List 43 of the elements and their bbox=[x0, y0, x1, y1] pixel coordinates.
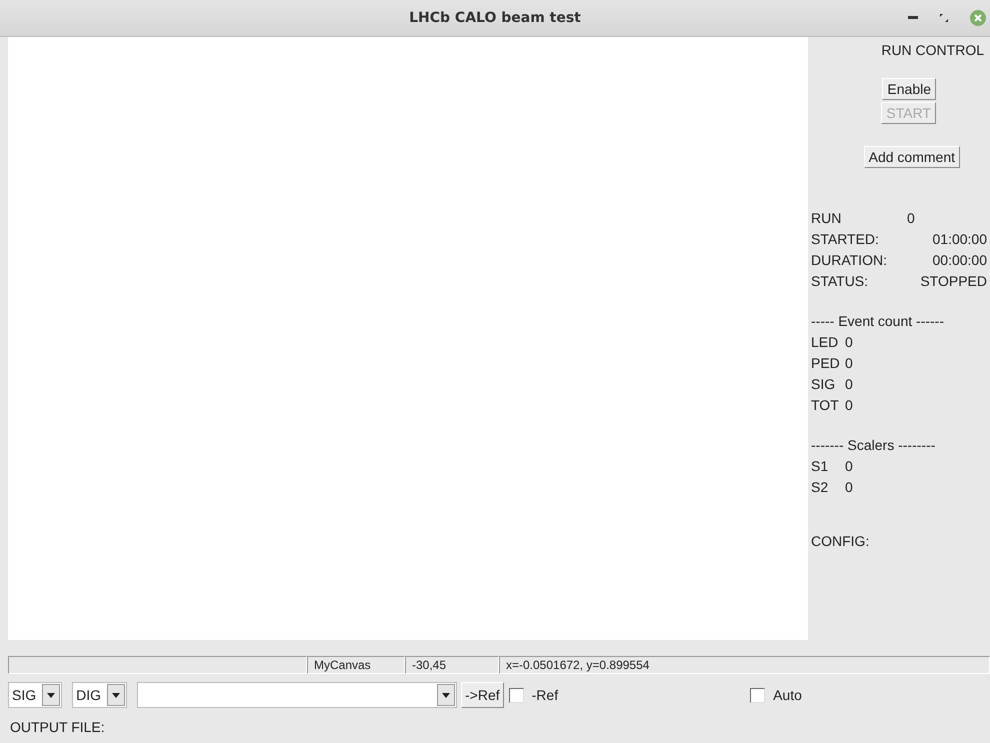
checkbox[interactable]: -Ref bbox=[508, 687, 558, 703]
scalers-heading: ------- Scalers -------- bbox=[811, 437, 936, 453]
count-value: 0 bbox=[844, 376, 854, 392]
count-label: PED bbox=[811, 355, 839, 371]
minimize-icon[interactable] bbox=[908, 16, 918, 20]
info-label: DURATION: bbox=[811, 252, 887, 268]
status-field: MyCanvas bbox=[307, 656, 405, 674]
count-label: SIG bbox=[811, 376, 836, 392]
ref-button[interactable]: ->Ref bbox=[461, 682, 504, 708]
count-label: LED bbox=[811, 334, 839, 350]
scaler-label: S1 bbox=[811, 458, 830, 474]
checkbox[interactable]: Auto bbox=[750, 687, 802, 703]
close-icon[interactable] bbox=[970, 10, 986, 26]
run-button[interactable]: Add comment bbox=[864, 146, 960, 168]
scaler-label: S2 bbox=[811, 479, 830, 495]
dropdown-arrow-icon bbox=[112, 692, 120, 698]
dropdown[interactable]: DIG bbox=[72, 682, 128, 708]
output-file-label: OUTPUT FILE: bbox=[10, 719, 106, 735]
scaler-value: 0 bbox=[844, 458, 854, 474]
status-field: -30,45 bbox=[405, 656, 499, 674]
config-label: CONFIG: bbox=[811, 533, 870, 549]
info-label: STARTED: bbox=[811, 231, 880, 247]
info-value: 00:00:00 bbox=[932, 252, 987, 268]
dropdown-arrow-icon bbox=[47, 692, 56, 698]
window-title: LHCb CALO beam test bbox=[409, 10, 581, 26]
count-value: 0 bbox=[844, 334, 854, 350]
combo-box[interactable] bbox=[137, 682, 458, 708]
info-label: STATUS: bbox=[811, 273, 870, 289]
info-value: 0 bbox=[906, 210, 916, 226]
count-value: 0 bbox=[844, 397, 854, 413]
status-field: x=-0.0501672, y=0.899554 bbox=[499, 656, 990, 674]
count-value: 0 bbox=[844, 355, 854, 371]
dropdown-arrow-icon bbox=[442, 692, 450, 698]
info-value: 01:00:00 bbox=[932, 231, 987, 247]
dropdown[interactable]: SIG bbox=[8, 682, 62, 708]
info-label: RUN bbox=[811, 210, 842, 226]
scaler-value: 0 bbox=[844, 479, 854, 495]
event-count-heading: ----- Event count ------ bbox=[811, 313, 945, 329]
run-button[interactable]: Enable bbox=[882, 78, 936, 100]
info-value: STOPPED bbox=[919, 273, 987, 289]
run-control-title: RUN CONTROL bbox=[880, 41, 985, 58]
maximize-icon[interactable] bbox=[940, 14, 948, 22]
count-label: TOT bbox=[811, 397, 839, 413]
